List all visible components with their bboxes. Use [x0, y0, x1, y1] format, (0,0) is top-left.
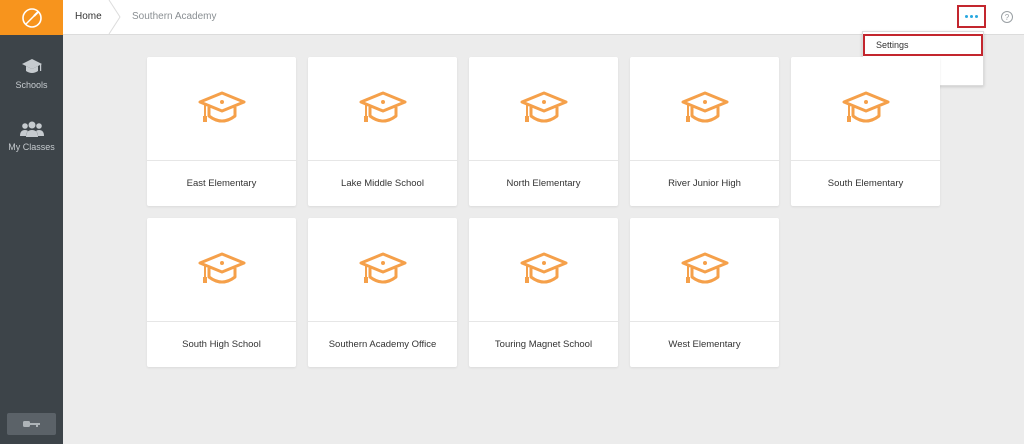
graduation-cap-icon [198, 252, 245, 283]
breadcrumb-current: Southern Academy [132, 11, 217, 22]
graduation-cap-icon [520, 252, 567, 283]
school-name: Southern Academy Office [328, 338, 437, 350]
school-name: River Junior High [668, 177, 741, 189]
graduation-cap-icon [681, 252, 728, 283]
logout-button[interactable] [7, 413, 56, 435]
more-options-button[interactable] [957, 5, 986, 28]
more-dot [970, 15, 973, 18]
school-card[interactable]: Lake Middle School [308, 57, 457, 206]
school-card-icon-area [791, 57, 940, 161]
menu-item-settings[interactable]: Settings [863, 34, 983, 56]
graduation-cap-icon [681, 91, 728, 122]
sidebar-item-schools[interactable]: Schools [0, 58, 63, 90]
graduation-cap-icon [842, 91, 889, 122]
school-card[interactable]: West Elementary [630, 218, 779, 367]
sidebar-item-label: My Classes [8, 142, 55, 152]
school-name: North Elementary [506, 177, 581, 189]
sidebar-item-label: Schools [15, 80, 48, 90]
school-name: Touring Magnet School [494, 338, 593, 350]
school-card-icon-area [308, 57, 457, 161]
school-card-icon-area [469, 218, 618, 322]
school-card[interactable]: South Elementary [791, 57, 940, 206]
key-icon [22, 421, 40, 427]
school-name: South High School [182, 338, 261, 350]
school-name: South Elementary [827, 177, 904, 189]
school-card[interactable]: Touring Magnet School [469, 218, 618, 367]
school-card-icon-area [147, 57, 296, 161]
graduation-cap-icon [198, 91, 245, 122]
compass-logo-icon [21, 7, 42, 28]
school-card[interactable]: Southern Academy Office [308, 218, 457, 367]
graduation-cap-icon [359, 252, 406, 283]
graduation-cap-icon [359, 91, 406, 122]
school-card[interactable]: East Elementary [147, 57, 296, 206]
sidebar-item-my-classes[interactable]: My Classes [0, 120, 63, 152]
school-card[interactable]: North Elementary [469, 57, 618, 206]
users-icon [19, 121, 44, 137]
school-card-icon-area [308, 218, 457, 322]
school-card-icon-area [630, 218, 779, 322]
school-card-icon-area [630, 57, 779, 161]
more-dots-icon [965, 15, 968, 18]
school-name: East Elementary [186, 177, 257, 189]
graduation-cap-icon [21, 59, 42, 73]
school-card[interactable]: South High School [147, 218, 296, 367]
school-card-icon-area [147, 218, 296, 322]
top-bar: Home Southern Academy ? [63, 0, 1024, 35]
app-logo[interactable] [0, 0, 63, 35]
school-card-icon-area [469, 57, 618, 161]
school-card[interactable]: River Junior High [630, 57, 779, 206]
school-name: West Elementary [668, 338, 741, 350]
graduation-cap-icon [520, 91, 567, 122]
sidebar: Schools My Classes [0, 0, 63, 444]
breadcrumb-separator-icon [108, 0, 121, 34]
breadcrumb-home[interactable]: Home [75, 11, 102, 22]
more-dot [975, 15, 978, 18]
help-icon[interactable]: ? [1001, 11, 1013, 23]
school-name: Lake Middle School [341, 177, 424, 189]
